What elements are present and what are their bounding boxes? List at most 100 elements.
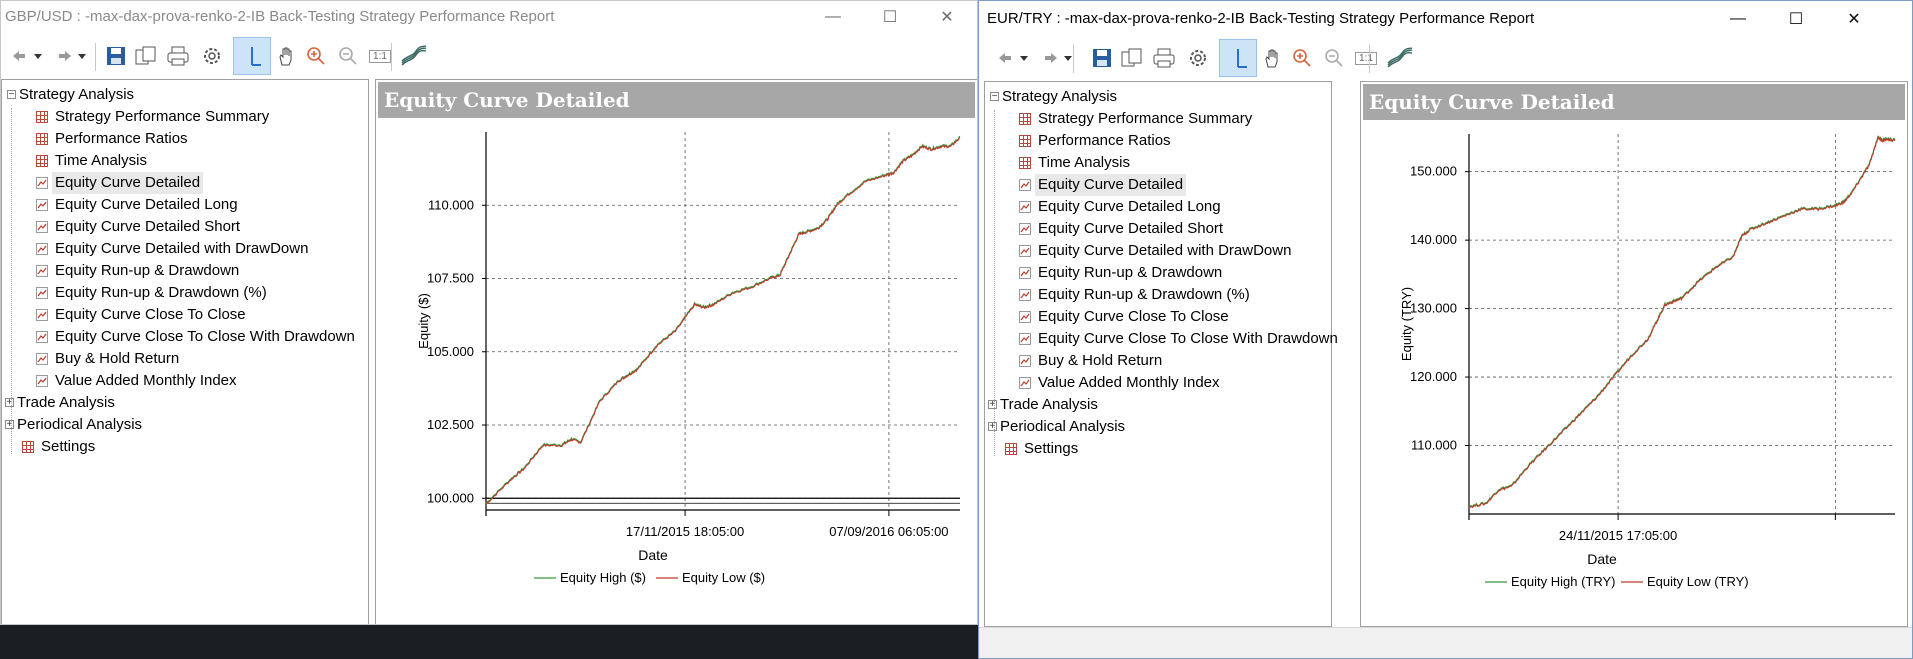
expand-icon[interactable]: + xyxy=(5,398,14,408)
tree-item-settings[interactable]: Settings xyxy=(2,436,368,458)
tree-item-equity-curve-detailed-with-drawdown[interactable]: Equity Curve Detailed with DrawDown xyxy=(2,238,368,260)
tree-item-strategy-analysis[interactable]: − Strategy Analysis xyxy=(985,86,1331,108)
tree-item-equity-curve-detailed-short[interactable]: Equity Curve Detailed Short xyxy=(985,218,1331,240)
y-tick-label: 140.000 xyxy=(1410,232,1457,247)
tree-item-settings[interactable]: Settings xyxy=(985,438,1331,460)
tree-item-buy-hold-return[interactable]: Buy & Hold Return xyxy=(2,348,368,370)
grid-icon xyxy=(1019,113,1031,125)
equity-chart[interactable]: 110.000 120.000 130.000 140.000 150.000 24/11… xyxy=(1361,122,1905,625)
x-axis-label: Date xyxy=(1587,551,1617,567)
y-tick-label: 150.000 xyxy=(1410,164,1457,179)
chart-icon xyxy=(36,199,48,211)
tree-item-equity-curve-detailed-short[interactable]: Equity Curve Detailed Short xyxy=(2,216,368,238)
tree-item-time-analysis[interactable]: Time Analysis xyxy=(2,150,368,172)
tree-item-performance-ratios[interactable]: Performance Ratios xyxy=(2,128,368,150)
tree-item-equity-curve-close-to-close-with-drawdown[interactable]: Equity Curve Close To Close With Drawdow… xyxy=(985,328,1338,350)
hand-pan-icon[interactable] xyxy=(1257,43,1287,73)
zoom-out-icon[interactable] xyxy=(1319,43,1349,73)
hand-pan-icon[interactable] xyxy=(271,41,301,71)
maximize-button[interactable]: ☐ xyxy=(1767,3,1825,35)
chart-icon xyxy=(1019,355,1031,367)
tree-item-label: Performance Ratios xyxy=(1038,132,1171,149)
close-button[interactable]: ✕ xyxy=(918,1,976,33)
expand-icon[interactable]: + xyxy=(5,420,14,430)
tree-item-trade-analysis[interactable]: + Trade Analysis xyxy=(2,392,368,414)
legend-entry: Equity High ($) xyxy=(560,570,646,585)
settings-gear-icon[interactable] xyxy=(1183,43,1213,73)
minimize-button[interactable]: — xyxy=(1709,3,1767,35)
tree-item-equity-run-up-drawdown[interactable]: Equity Run-up & Drawdown xyxy=(985,262,1331,284)
expand-icon[interactable]: + xyxy=(988,400,997,410)
chart-icon xyxy=(1019,333,1031,345)
tree-item-equity-curve-detailed-long[interactable]: Equity Curve Detailed Long xyxy=(2,194,368,216)
dropdown-arrow-icon[interactable] xyxy=(31,41,45,71)
tree-item-equity-curve-detailed-long[interactable]: Equity Curve Detailed Long xyxy=(985,196,1331,218)
navigation-tree: − Strategy Analysis Strategy Performance S… xyxy=(984,81,1338,627)
grid-icon xyxy=(36,155,48,167)
print-icon[interactable] xyxy=(1149,43,1179,73)
zoom-in-icon[interactable] xyxy=(301,41,331,71)
tree-item-equity-curve-close-to-close[interactable]: Equity Curve Close To Close xyxy=(985,306,1331,328)
tree-item-strategy-performance-summary[interactable]: Strategy Performance Summary xyxy=(985,108,1331,130)
copy-icon[interactable] xyxy=(1117,43,1147,73)
series-line-equity-low xyxy=(1468,136,1896,509)
dropdown-arrow-icon[interactable] xyxy=(75,41,89,71)
tree-item-buy-hold-return[interactable]: Buy & Hold Return xyxy=(985,350,1331,372)
equity-chart[interactable]: 100.000 102.500 105.000 107.500 110.000 17/11… xyxy=(376,120,975,623)
collapse-icon[interactable]: − xyxy=(990,92,999,102)
grid-icon xyxy=(22,441,34,453)
dropdown-arrow-icon[interactable] xyxy=(1017,43,1031,73)
print-icon[interactable] xyxy=(163,41,193,71)
tree-item-equity-curve-close-to-close[interactable]: Equity Curve Close To Close xyxy=(2,304,368,326)
tree-item-equity-curve-detailed[interactable]: Equity Curve Detailed xyxy=(985,174,1331,196)
close-button[interactable]: ✕ xyxy=(1825,3,1883,35)
crosshair-cursor-icon[interactable] xyxy=(1219,39,1257,77)
tree-item-performance-ratios[interactable]: Performance Ratios xyxy=(985,130,1331,152)
title-bar[interactable]: EUR/TRY : -max-dax-prova-renko-2-IB Back… xyxy=(979,1,1912,33)
minimize-button[interactable]: — xyxy=(804,1,862,33)
title-bar[interactable]: GBP/USD : -max-dax-prova-renko-2-IB Back… xyxy=(1,1,977,33)
zoom-out-icon[interactable] xyxy=(333,41,363,71)
expand-icon[interactable]: + xyxy=(988,422,997,432)
tree-item-equity-curve-close-to-close-with-drawdown[interactable]: Equity Curve Close To Close With Drawdow… xyxy=(2,326,368,348)
report-window-gbpusd: GBP/USD : -max-dax-prova-renko-2-IB Back… xyxy=(0,0,978,625)
chart-style-icon[interactable] xyxy=(399,41,429,71)
zoom-reset-icon[interactable]: 1:1 xyxy=(1351,43,1381,73)
tree-item-value-added-monthly-index[interactable]: Value Added Monthly Index xyxy=(2,370,368,392)
tree-item-label: Trade Analysis xyxy=(1000,396,1098,413)
tree-item-label: Equity Curve Detailed xyxy=(1035,174,1187,196)
tree-item-strategy-analysis[interactable]: − Strategy Analysis xyxy=(2,84,368,106)
tree-item-periodical-analysis[interactable]: + Periodical Analysis xyxy=(985,416,1331,438)
tree-item-equity-run-up-drawdown[interactable]: Equity Run-up & Drawdown (%) xyxy=(985,284,1331,306)
settings-gear-icon[interactable] xyxy=(197,41,227,71)
save-icon[interactable] xyxy=(1087,43,1117,73)
tree-item-time-analysis[interactable]: Time Analysis xyxy=(985,152,1331,174)
chart-icon xyxy=(36,221,48,233)
tree-item-label: Value Added Monthly Index xyxy=(55,372,237,389)
tree-item-label: Equity Curve Detailed with DrawDown xyxy=(1038,242,1292,259)
tree-item-label: Strategy Performance Summary xyxy=(55,108,270,125)
zoom-in-icon[interactable] xyxy=(1287,43,1317,73)
crosshair-cursor-icon[interactable] xyxy=(233,37,271,75)
tree-item-strategy-performance-summary[interactable]: Strategy Performance Summary xyxy=(2,106,368,128)
tree-item-label: Settings xyxy=(41,438,96,455)
window-title: GBP/USD : -max-dax-prova-renko-2-IB Back… xyxy=(5,8,555,25)
tree-item-equity-curve-detailed[interactable]: Equity Curve Detailed xyxy=(2,172,368,194)
collapse-icon[interactable]: − xyxy=(7,90,16,100)
tree-item-periodical-analysis[interactable]: + Periodical Analysis xyxy=(2,414,368,436)
tree-item-trade-analysis[interactable]: + Trade Analysis xyxy=(985,394,1331,416)
chart-panel: Equity Curve Detailed 100.000 102.500 105.… xyxy=(375,79,977,624)
toolbar-separator xyxy=(1073,45,1074,73)
tree-item-equity-run-up-drawdown[interactable]: Equity Run-up & Drawdown (%) xyxy=(2,282,368,304)
copy-icon[interactable] xyxy=(131,41,161,71)
tree-item-value-added-monthly-index[interactable]: Value Added Monthly Index xyxy=(985,372,1331,394)
tree-item-equity-curve-detailed-with-drawdown[interactable]: Equity Curve Detailed with DrawDown xyxy=(985,240,1331,262)
tree-item-label: Equity Run-up & Drawdown (%) xyxy=(55,284,267,301)
legend-entry: Equity Low ($) xyxy=(682,570,765,585)
tree-item-equity-run-up-drawdown[interactable]: Equity Run-up & Drawdown xyxy=(2,260,368,282)
chart-style-icon[interactable] xyxy=(1385,43,1415,73)
save-icon[interactable] xyxy=(101,41,131,71)
chart-panel: Equity Curve Detailed 110.000 120.000 130.… xyxy=(1360,81,1908,627)
tree-item-label: Equity Curve Detailed Long xyxy=(1038,198,1221,215)
maximize-button[interactable]: ☐ xyxy=(861,1,919,33)
